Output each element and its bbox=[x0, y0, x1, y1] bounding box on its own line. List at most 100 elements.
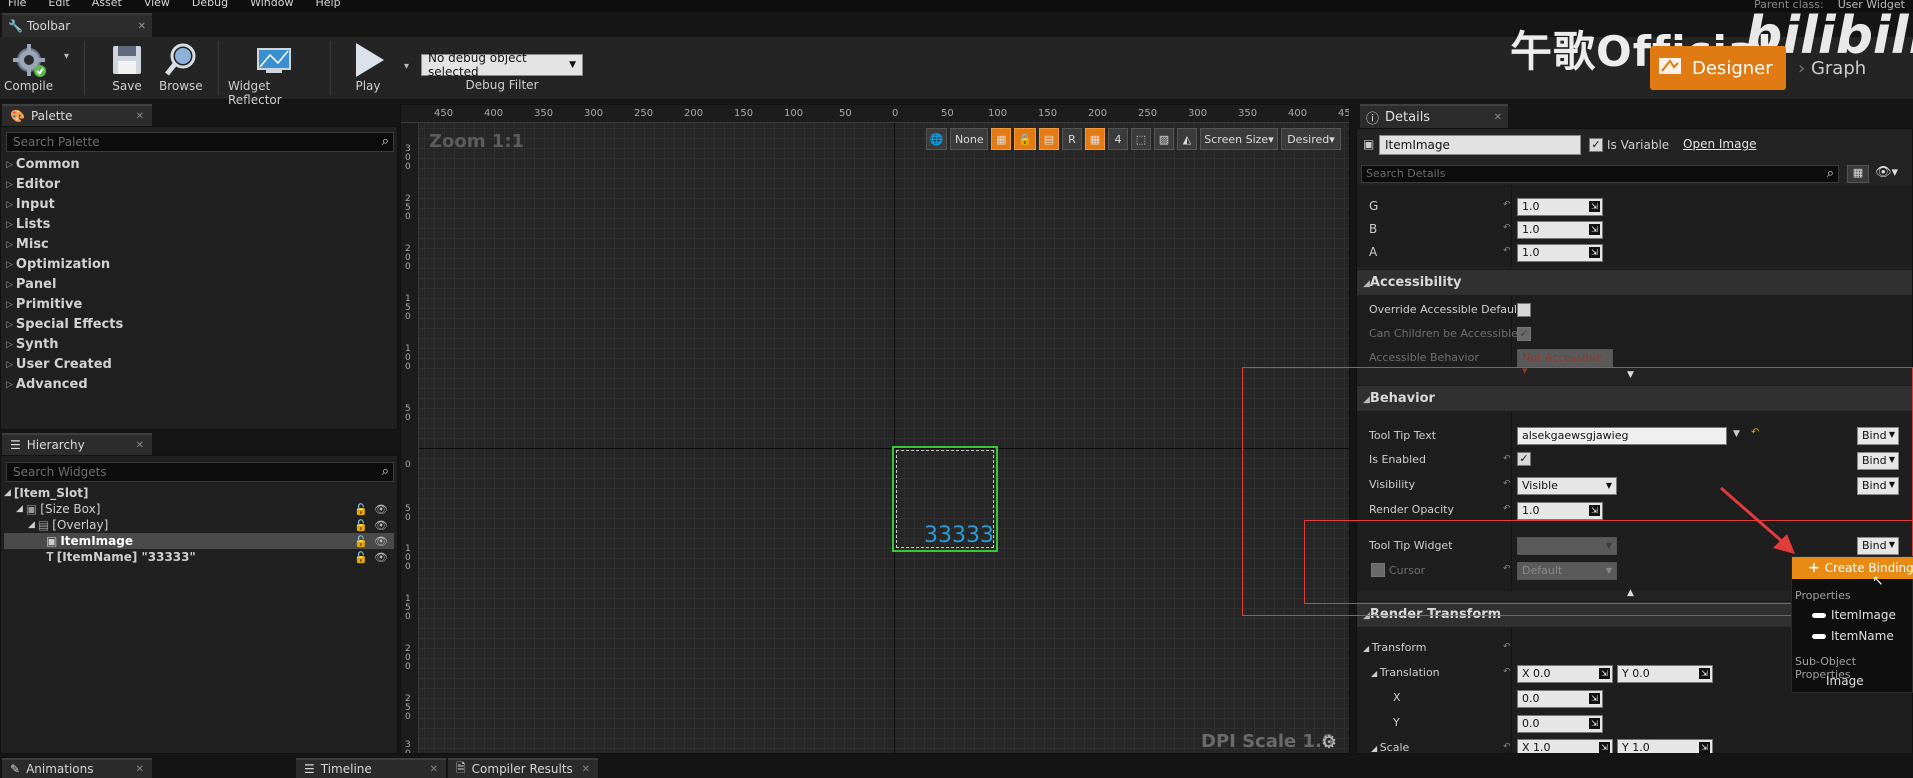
menu-asset[interactable]: Asset bbox=[92, 0, 122, 10]
accessibility-section-header[interactable]: Accessibility bbox=[1357, 269, 1912, 295]
menu-file[interactable]: File bbox=[8, 0, 26, 10]
reset-arrow-icon[interactable]: ↶ bbox=[1503, 200, 1511, 210]
outline-toggle-icon[interactable]: ▤ bbox=[1039, 128, 1059, 150]
color-a-input[interactable]: 1.0 ⇲ bbox=[1517, 244, 1603, 262]
property-matrix-icon[interactable]: ▦ bbox=[1847, 165, 1869, 183]
palette-search-input[interactable]: Search Palette ⌕ bbox=[6, 132, 394, 152]
create-binding-button[interactable]: + Create Binding bbox=[1792, 557, 1913, 579]
hierarchy-row-overlay[interactable]: ◢ ▤ [Overlay] 🔓 👁 bbox=[4, 517, 394, 533]
palette-category-misc[interactable]: Misc bbox=[6, 237, 49, 252]
bind-property-item-image[interactable]: ItemImage bbox=[1812, 608, 1896, 622]
palette-category-input[interactable]: Input bbox=[6, 197, 55, 212]
lock-icon[interactable]: 🔓 bbox=[354, 519, 368, 532]
details-search-input[interactable]: Search Details ⌕ bbox=[1361, 165, 1839, 183]
toolbar-tab[interactable]: 🔧 Toolbar ✕ bbox=[2, 13, 152, 37]
hierarchy-tab[interactable]: ☰ Hierarchy ✕ bbox=[2, 433, 152, 455]
reset-arrow-icon[interactable]: ↶ bbox=[1503, 246, 1511, 256]
eye-icon[interactable]: 👁 bbox=[374, 535, 388, 548]
debug-object-select[interactable]: No debug object selected ▼ bbox=[421, 51, 583, 79]
designer-viewport[interactable]: 450 400 350 300 250 200 150 100 50 0 50 … bbox=[400, 104, 1350, 754]
color-b-input[interactable]: 1.0 ⇲ bbox=[1517, 221, 1603, 239]
designer-mode-button[interactable]: Designer bbox=[1650, 46, 1786, 90]
grid-toggle-icon[interactable]: ▦ bbox=[991, 128, 1012, 150]
color-g-input[interactable]: 1.0 ⇲ bbox=[1517, 198, 1603, 216]
hierarchy-search-input[interactable]: Search Widgets ⌕ bbox=[6, 462, 394, 482]
widget-reflector-button[interactable]: Widget Reflector bbox=[228, 41, 320, 107]
expand-icon[interactable]: ◢ bbox=[28, 520, 35, 530]
palette-category-special-effects[interactable]: Special Effects bbox=[6, 317, 123, 332]
save-button[interactable]: Save bbox=[107, 41, 147, 93]
selected-widget-outline[interactable]: 33333 bbox=[892, 446, 998, 552]
expand-icon[interactable]: ◢ bbox=[16, 504, 23, 514]
hierarchy-row-item-name[interactable]: 𝐓 [ItemName] "33333" 🔓 👁 bbox=[4, 549, 394, 565]
palette-category-primitive[interactable]: Primitive bbox=[6, 297, 82, 312]
frame-icon[interactable]: ⬚ bbox=[1131, 128, 1151, 150]
snap-grid-icon[interactable]: ▦ bbox=[1085, 128, 1105, 150]
palette-category-user-created[interactable]: User Created bbox=[6, 357, 112, 372]
eye-icon[interactable]: 👁 bbox=[374, 519, 388, 532]
hierarchy-row-size-box[interactable]: ◢ ▣ [Size Box] 🔓 👁 bbox=[4, 501, 394, 517]
reset-arrow-icon[interactable]: ↶ bbox=[1503, 223, 1511, 233]
is-variable-checkbox[interactable]: ✓ bbox=[1589, 138, 1603, 152]
respect-locks-toggle[interactable]: R bbox=[1062, 128, 1082, 150]
bind-property-item-name[interactable]: ItemName bbox=[1812, 629, 1894, 643]
compile-options-chevron-icon[interactable]: ▾ bbox=[64, 51, 69, 62]
close-icon[interactable]: ✕ bbox=[136, 440, 144, 451]
close-icon[interactable]: ✕ bbox=[138, 21, 146, 32]
palette-category-common[interactable]: Common bbox=[6, 157, 80, 172]
gear-icon[interactable]: ⚙ bbox=[1321, 732, 1337, 753]
graph-mode-button[interactable]: › Graph bbox=[1798, 58, 1866, 79]
close-icon[interactable]: ✕ bbox=[430, 764, 438, 775]
reset-arrow-icon[interactable]: ↶ bbox=[1503, 642, 1511, 652]
lock-icon[interactable]: 🔓 bbox=[354, 535, 368, 548]
lock-icon[interactable]: 🔒 bbox=[1014, 128, 1036, 150]
widget-name-input[interactable]: ItemImage bbox=[1379, 135, 1581, 155]
expand-icon[interactable]: ◢ bbox=[4, 488, 11, 498]
palette-category-panel[interactable]: Panel bbox=[6, 277, 56, 292]
lock-icon[interactable]: 🔓 bbox=[354, 503, 368, 516]
reset-arrow-icon[interactable]: ↶ bbox=[1503, 667, 1511, 677]
screen-size-select[interactable]: Screen Size ▾ bbox=[1200, 128, 1278, 150]
translation-y-input[interactable]: Y 0.0 ⇲ bbox=[1617, 665, 1713, 683]
hierarchy-row-item-slot[interactable]: ◢ [Item_Slot] bbox=[4, 485, 394, 501]
details-tab[interactable]: ⓘ Details ✕ bbox=[1360, 104, 1508, 128]
play-options-chevron-icon[interactable]: ▾ bbox=[404, 61, 409, 72]
palette-category-optimization[interactable]: Optimization bbox=[6, 257, 110, 272]
menu-help[interactable]: Help bbox=[315, 0, 340, 10]
timeline-tab[interactable]: ☰ Timeline ✕ bbox=[296, 758, 446, 778]
eye-icon[interactable]: 👁▾ bbox=[1875, 165, 1898, 180]
browse-button[interactable]: Browse bbox=[159, 41, 203, 93]
close-icon[interactable]: ✕ bbox=[136, 111, 144, 122]
lock-icon[interactable]: 🔓 bbox=[354, 551, 368, 564]
menu-view[interactable]: View bbox=[144, 0, 170, 10]
palette-category-synth[interactable]: Synth bbox=[6, 337, 59, 352]
menu-edit[interactable]: Edit bbox=[48, 0, 69, 10]
close-icon[interactable]: ✕ bbox=[1494, 112, 1502, 123]
hierarchy-row-item-image[interactable]: ▣ ItemImage 🔓 👁 bbox=[4, 533, 394, 549]
translation-x-input[interactable]: X 0.0 ⇲ bbox=[1517, 665, 1613, 683]
play-button[interactable]: Play bbox=[348, 41, 388, 93]
bind-subobject-item-image[interactable]: Image bbox=[1826, 674, 1864, 688]
translation-y-row-input[interactable]: 0.0 ⇲ bbox=[1517, 715, 1603, 733]
open-image-link[interactable]: Open Image bbox=[1683, 137, 1756, 151]
compiler-results-tab[interactable]: 🗎 Compiler Results ✕ bbox=[448, 758, 598, 778]
animations-tab[interactable]: ✎ Animations ✕ bbox=[2, 758, 152, 778]
menu-debug[interactable]: Debug bbox=[192, 0, 228, 10]
menu-window[interactable]: Window bbox=[250, 0, 293, 10]
globe-icon[interactable]: 🌐 bbox=[925, 128, 948, 150]
localization-preview-select[interactable]: None bbox=[950, 128, 989, 150]
eye-icon[interactable]: 👁 bbox=[374, 551, 388, 564]
reset-arrow-icon[interactable]: ↶ bbox=[1503, 742, 1511, 752]
palette-tab[interactable]: 🎨 Palette ✕ bbox=[2, 104, 152, 126]
palette-category-editor[interactable]: Editor bbox=[6, 177, 60, 192]
palette-category-advanced[interactable]: Advanced bbox=[6, 377, 88, 392]
compile-button[interactable]: Compile bbox=[4, 41, 53, 93]
scale-x-input[interactable]: X 1.0 ⇲ bbox=[1517, 739, 1613, 753]
close-icon[interactable]: ✕ bbox=[136, 764, 144, 775]
mirror-icon[interactable]: ◭ bbox=[1177, 128, 1197, 150]
scale-y-input[interactable]: Y 1.0 ⇲ bbox=[1617, 739, 1713, 753]
translation-x-row-input[interactable]: 0.0 ⇲ bbox=[1517, 690, 1603, 708]
eye-icon[interactable]: 👁 bbox=[374, 503, 388, 516]
snap-value-select[interactable]: 4 bbox=[1108, 128, 1128, 150]
palette-category-lists[interactable]: Lists bbox=[6, 217, 50, 232]
